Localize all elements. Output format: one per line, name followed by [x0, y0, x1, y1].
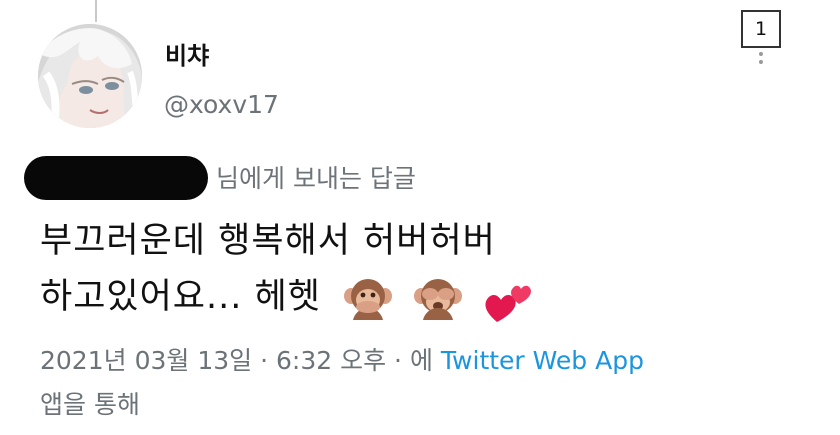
corner-number-box: 1	[741, 10, 781, 48]
reply-to-line: 님에게 보내는 답글	[24, 156, 416, 200]
meta-suffix: 앱을 통해	[40, 390, 140, 419]
thread-connector-line	[95, 0, 97, 22]
avatar-image	[38, 24, 142, 128]
speak-no-evil-monkey-icon	[343, 274, 393, 324]
reply-to-label: 님에게 보내는 답글	[216, 163, 416, 193]
display-name[interactable]: 비챠	[165, 44, 209, 68]
tweet-date[interactable]: 2021년 03월 13일	[40, 346, 252, 375]
emoji-group	[343, 270, 541, 326]
meta-separator: ·	[260, 346, 276, 375]
avatar[interactable]	[38, 24, 142, 128]
redacted-username	[24, 156, 208, 200]
tweet-metadata: 2021년 03월 13일 · 6:32 오후 · 에 Twitter Web …	[40, 339, 800, 427]
user-handle[interactable]: @xoxv17	[164, 92, 279, 117]
tweet-text-line-2-text: 하고있어요... 헤헷	[40, 277, 321, 317]
tweet-text-line-1: 부끄러운데 행복해서 허버허버	[40, 221, 496, 261]
two-hearts-icon	[483, 274, 533, 324]
meta-prefix: 에	[409, 346, 433, 375]
meta-separator: ·	[394, 346, 410, 375]
tweet-text-line-2: 하고있어요... 헤헷	[40, 269, 800, 326]
tweet-time[interactable]: 6:32 오후	[276, 346, 386, 375]
more-options-icon[interactable]	[758, 52, 764, 70]
see-no-evil-monkey-icon	[413, 274, 463, 324]
tweet-text: 부끄러운데 행복해서 허버허버 하고있어요... 헤헷	[40, 213, 800, 326]
source-app-link[interactable]: Twitter Web App	[441, 346, 644, 375]
tweet-card: 비챠 @xoxv17 1 님에게 보내는 답글 부끄러운데 행복해서 허버허버 …	[0, 0, 840, 435]
